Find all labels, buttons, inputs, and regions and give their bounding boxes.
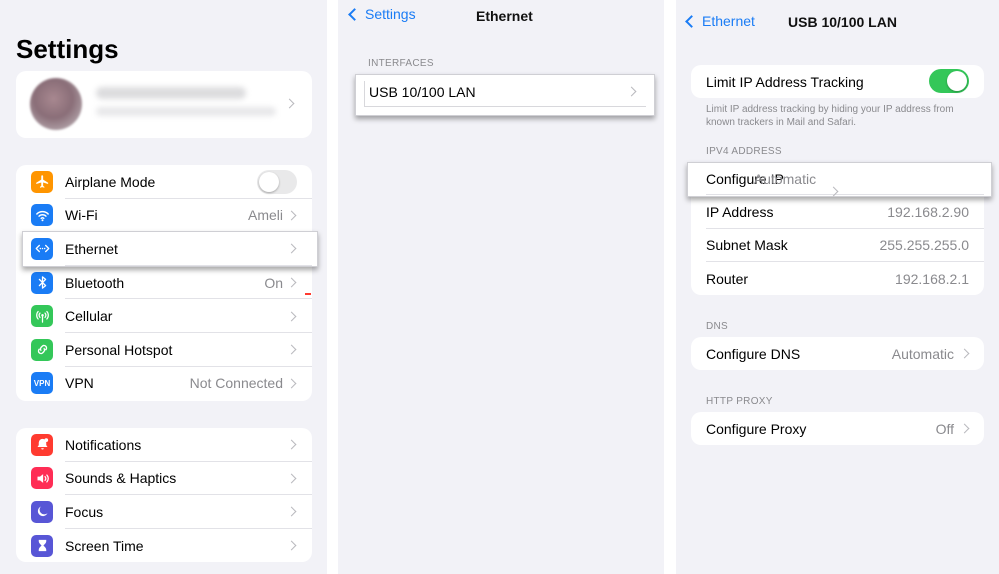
section-header-interfaces: INTERFACES: [368, 58, 434, 69]
configure-proxy-label: Configure Proxy: [706, 420, 807, 437]
settings-row-value: Ameli: [247, 207, 283, 224]
chevron-right-icon: [286, 344, 297, 355]
status-marker: [305, 293, 311, 295]
ipv4-row-value: Automatic: [753, 170, 817, 187]
tracking-footnote: Limit IP address tracking by hiding your…: [706, 104, 954, 128]
settings-row-label: Notifications: [65, 436, 142, 453]
airplane-mode-toggle[interactable]: [257, 169, 297, 194]
settings-row-airplane-mode[interactable]: Airplane Mode: [16, 165, 312, 199]
settings-row-cellular[interactable]: Cellular: [16, 299, 312, 333]
chevron-right-icon: [286, 210, 297, 221]
profile-subtitle-blurred: [96, 107, 276, 116]
chevron-right-icon: [286, 277, 297, 288]
ipv4-row-label: IP Address: [706, 203, 774, 220]
ipv4-row-ip-address: IP Address 192.168.2.90: [691, 195, 984, 229]
ipv4-row-value: 192.168.2.1: [895, 270, 969, 287]
speaker-icon: [31, 467, 53, 490]
bell-icon: [31, 433, 53, 456]
settings-row-label: Bluetooth: [65, 274, 125, 291]
settings-row-label: Screen Time: [65, 537, 144, 554]
connectivity-group: Airplane Mode Wi-Fi Ameli Ethernet Bluetooth…: [16, 165, 318, 401]
ipv4-row-configure-ip[interactable]: Configure IP Automatic: [687, 162, 992, 198]
interface-label: USB 10/100 LAN: [369, 84, 476, 100]
ethernet-icon: [31, 237, 53, 260]
nav-title: USB 10/100 LAN: [788, 14, 897, 30]
chevron-right-icon: [286, 439, 297, 450]
back-button[interactable]: Ethernet: [685, 13, 755, 29]
ipv4-row-value: 192.168.2.90: [887, 203, 969, 220]
proxy-group: Configure Proxy Off: [691, 412, 984, 445]
configure-proxy-value: Off: [935, 420, 954, 437]
tracking-label: Limit IP Address Tracking: [706, 74, 864, 90]
hotspot-icon: [31, 338, 53, 361]
settings-row-label: Wi-Fi: [65, 207, 98, 224]
moon-icon: [31, 500, 53, 523]
configure-dns-row[interactable]: Configure DNS Automatic: [691, 337, 984, 370]
ipv4-row-label: Router: [706, 270, 749, 287]
ipv4-row-value: 255.255.255.0: [879, 237, 969, 254]
settings-row-bluetooth[interactable]: Bluetooth On: [16, 266, 312, 300]
dns-group: Configure DNS Automatic: [691, 337, 984, 370]
chevron-left-icon: [348, 7, 361, 21]
chevron-right-icon: [959, 348, 970, 359]
chevron-right-icon: [286, 378, 297, 389]
configure-proxy-row[interactable]: Configure Proxy Off: [691, 412, 984, 445]
section-header-dns: DNS: [706, 321, 729, 332]
configure-dns-label: Configure DNS: [706, 345, 801, 362]
chevron-right-icon: [286, 311, 297, 322]
settings-row-label: Focus: [65, 503, 104, 520]
page-title: Settings: [16, 34, 119, 64]
chevron-left-icon: [685, 14, 698, 28]
back-button[interactable]: Settings: [348, 6, 416, 22]
settings-row-ethernet[interactable]: Ethernet: [16, 231, 318, 267]
settings-row-value: On: [264, 274, 283, 291]
settings-row-screen-time[interactable]: Screen Time: [16, 529, 312, 563]
antenna-icon: [31, 305, 53, 328]
chevron-right-icon: [286, 507, 297, 517]
settings-row-notifications[interactable]: Notifications: [16, 428, 312, 462]
back-label: Settings: [365, 6, 416, 22]
nav-title: Ethernet: [476, 8, 533, 24]
ipv4-row-router: Router 192.168.2.1: [691, 262, 984, 295]
apple-id-card[interactable]: [16, 71, 312, 138]
configure-dns-value: Automatic: [891, 345, 954, 362]
profile-name-blurred: [96, 87, 246, 99]
settings-row-sounds-haptics[interactable]: Sounds & Haptics: [16, 462, 312, 496]
section-header-proxy: HTTP PROXY: [706, 396, 773, 407]
section-header-ipv4: IPV4 ADDRESS: [706, 146, 782, 157]
settings-panel: Settings Airplane Mode Wi-Fi Ameli Ethernet…: [0, 0, 327, 574]
ipv4-row-label: Subnet Mask: [706, 237, 788, 254]
chevron-right-icon: [959, 423, 970, 434]
wifi-icon: [31, 204, 53, 227]
hourglass-icon: [31, 534, 53, 557]
notifications-group: Notifications Sounds & Haptics Focus Screen…: [16, 428, 312, 562]
settings-row-label: Cellular: [65, 308, 113, 325]
settings-row-personal-hotspot[interactable]: Personal Hotspot: [16, 333, 312, 367]
tracking-group: Limit IP Address Tracking: [691, 65, 984, 98]
settings-row-label: VPN: [65, 375, 94, 392]
airplane-icon: [31, 170, 53, 193]
lan-detail-panel: Ethernet USB 10/100 LAN Limit IP Address…: [676, 0, 999, 574]
settings-row-label: Sounds & Haptics: [65, 470, 177, 487]
interface-row-usb-lan[interactable]: USB 10/100 LAN: [355, 74, 655, 116]
ipv4-row-subnet-mask: Subnet Mask 255.255.255.0: [691, 229, 984, 262]
chevron-right-icon: [286, 540, 297, 551]
settings-row-label: Ethernet: [65, 240, 118, 257]
bluetooth-icon: [31, 271, 53, 294]
chevron-right-icon: [284, 98, 295, 109]
ethernet-panel: Settings Ethernet INTERFACES USB 10/100 …: [338, 0, 664, 574]
avatar: [30, 78, 82, 130]
tracking-toggle[interactable]: [929, 69, 969, 93]
settings-row-focus[interactable]: Focus: [16, 495, 312, 529]
vpn-icon: VPN: [31, 372, 53, 395]
settings-row-label: Airplane Mode: [65, 173, 156, 190]
settings-row-label: Personal Hotspot: [65, 341, 173, 358]
settings-row-vpn[interactable]: VPN VPN Not Connected: [16, 367, 312, 401]
chevron-right-icon: [286, 473, 297, 484]
back-label: Ethernet: [702, 13, 755, 29]
settings-row-wi-fi[interactable]: Wi-Fi Ameli: [16, 199, 312, 233]
ipv4-group: Configure IP Automatic IP Address 192.168.2…: [687, 162, 992, 295]
settings-row-value: Not Connected: [189, 375, 283, 392]
